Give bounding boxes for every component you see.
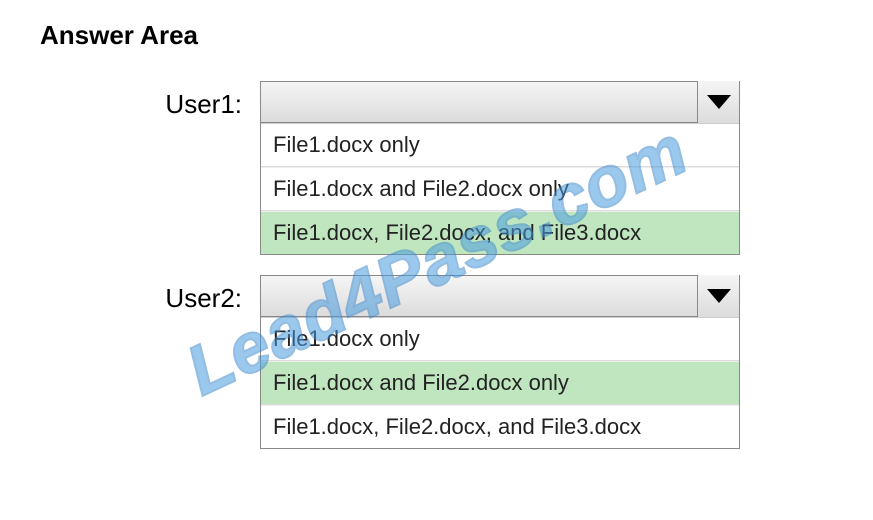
dropdown-option[interactable]: File1.docx, File2.docx, and File3.docx	[261, 211, 739, 254]
dropdown-option[interactable]: File1.docx and File2.docx only	[261, 361, 739, 405]
dropdown-option[interactable]: File1.docx, File2.docx, and File3.docx	[261, 405, 739, 448]
dropdown-arrow-box-user1[interactable]	[697, 81, 739, 123]
dropdown-option[interactable]: File1.docx only	[261, 317, 739, 361]
dropdown-list-user1: File1.docx only File1.docx and File2.doc…	[260, 123, 740, 255]
label-user1: User1:	[140, 81, 260, 120]
dropdown-user1: File1.docx only File1.docx and File2.doc…	[260, 81, 740, 255]
chevron-down-icon	[707, 95, 731, 109]
dropdown-option[interactable]: File1.docx only	[261, 123, 739, 167]
form-container: User1: File1.docx only File1.docx and Fi…	[140, 81, 833, 449]
dropdown-arrow-box-user2[interactable]	[697, 275, 739, 317]
dropdown-user2: File1.docx only File1.docx and File2.doc…	[260, 275, 740, 449]
dropdown-header-user1[interactable]	[260, 81, 740, 123]
dropdown-option[interactable]: File1.docx and File2.docx only	[261, 167, 739, 211]
field-row-user1: User1: File1.docx only File1.docx and Fi…	[140, 81, 833, 255]
dropdown-header-user2[interactable]	[260, 275, 740, 317]
field-row-user2: User2: File1.docx only File1.docx and Fi…	[140, 275, 833, 449]
dropdown-list-user2: File1.docx only File1.docx and File2.doc…	[260, 317, 740, 449]
chevron-down-icon	[707, 289, 731, 303]
page-title: Answer Area	[40, 20, 833, 51]
label-user2: User2:	[140, 275, 260, 314]
